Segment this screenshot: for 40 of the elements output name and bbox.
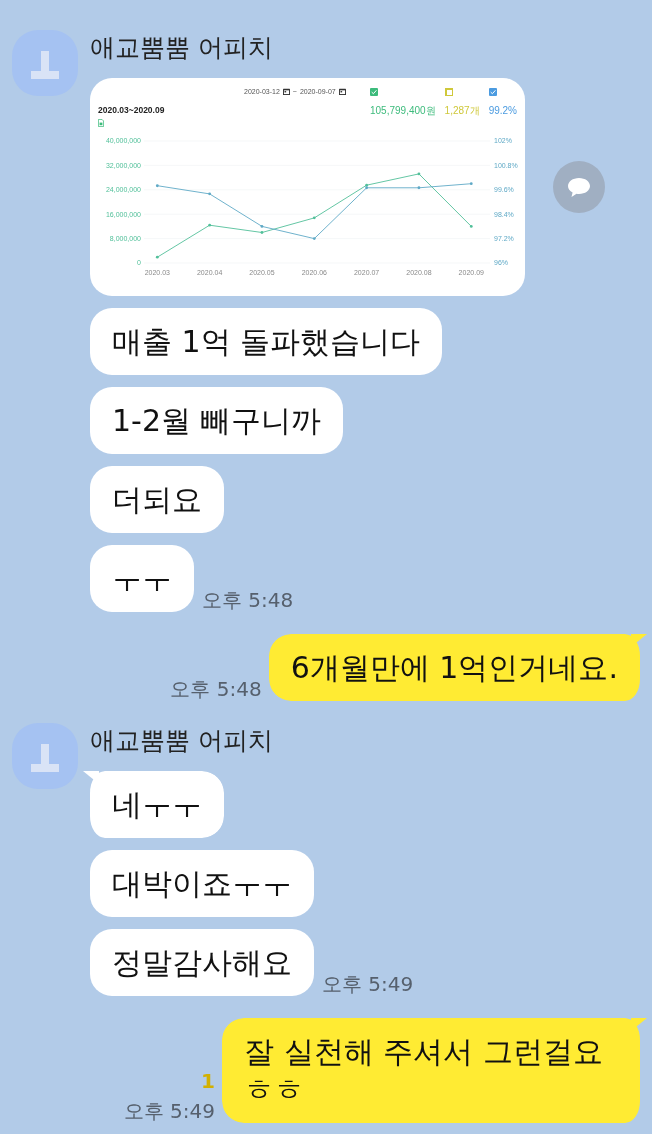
message-bubble: 대박이죠ㅜㅜ [90, 850, 314, 917]
message-time: 오후 5:48 [202, 588, 294, 612]
message-bubble: 더되요 [90, 466, 224, 533]
metric-value: 99.2% [488, 104, 517, 117]
metric-value: 105,799,400원 [370, 104, 436, 117]
dashboard-screenshot[interactable] [90, 78, 525, 296]
data-point [312, 216, 316, 220]
data-point [469, 225, 473, 228]
share-button[interactable] [553, 161, 605, 213]
message-bubble: 6개월만에 1억인거네요. [268, 634, 647, 701]
data-point [417, 186, 421, 190]
message-time: 오후 5:49 [123, 1099, 215, 1123]
message-bubble: 1-2월 빼구니까 [90, 387, 343, 454]
sender-name: 애교뿜뿜 어피치 [90, 726, 273, 756]
period-title: 2020.03~2020.09 [98, 104, 165, 116]
avatar-icon[interactable] [12, 30, 78, 96]
data-point [208, 223, 212, 227]
sender-name: 애교뿜뿜 어피치 [90, 33, 273, 63]
message-time: 오후 5:49 [322, 972, 414, 996]
message-bubble: 네ㅜㅜ [83, 771, 224, 838]
data-point [417, 172, 421, 176]
message-time: 오후 5:48 [170, 677, 262, 701]
avatar-icon[interactable] [12, 723, 78, 789]
message-bubble: ㅜㅜ [90, 545, 194, 612]
data-point [260, 225, 264, 228]
data-point [260, 231, 264, 234]
data-point [208, 192, 212, 196]
calendar-icon [338, 88, 346, 95]
message-bubble: 정말감사해요 [90, 929, 314, 996]
message-bubble: 매출 1억 돌파했습니다 [90, 308, 443, 375]
document-icon [98, 119, 104, 127]
data-point [469, 182, 473, 186]
message-bubble: 잘 실천해 주셔서 그런걸요 ㅎㅎ [222, 1018, 647, 1123]
data-point [155, 184, 159, 188]
calendar-icon [282, 88, 290, 95]
data-point [312, 237, 316, 240]
metric-value: 1,287개 [444, 104, 480, 117]
data-point [155, 255, 159, 259]
speech-bubble-icon [568, 177, 590, 197]
unread-count: 1 [201, 1069, 215, 1093]
